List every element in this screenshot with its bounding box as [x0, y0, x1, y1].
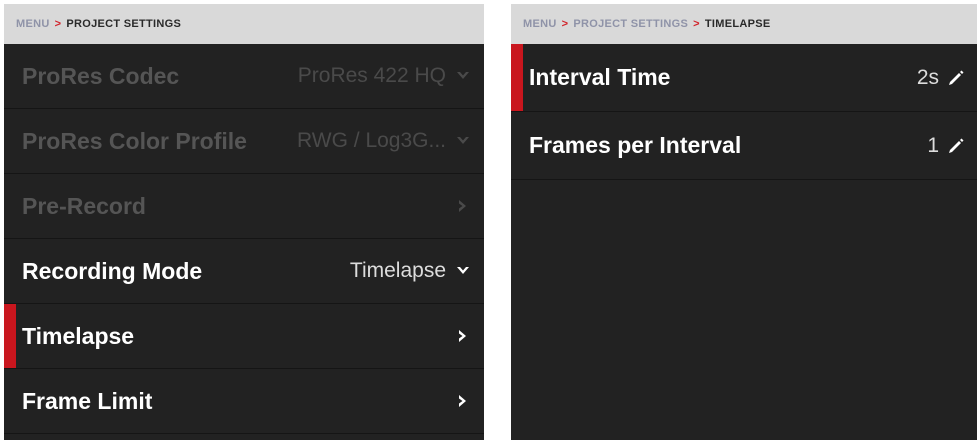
selection-indicator — [4, 304, 16, 368]
chevron-right-icon[interactable] — [454, 327, 472, 345]
menu-item-prores-codec[interactable]: ProRes Codec ProRes 422 HQ — [4, 44, 484, 109]
breadcrumb-menu[interactable]: MENU — [523, 18, 557, 30]
menu-item-prores-color-profile[interactable]: ProRes Color Profile RWG / Log3G... — [4, 109, 484, 174]
menu-item-value: Timelapse — [349, 259, 446, 282]
pencil-icon[interactable] — [947, 137, 965, 155]
breadcrumb-timelapse: TIMELAPSE — [704, 18, 771, 30]
menu-item-pre-record[interactable]: Pre-Record — [4, 174, 484, 239]
menu-item-label: Pre-Record — [22, 192, 146, 219]
menu-item-timelapse[interactable]: Timelapse — [4, 304, 484, 369]
menu-item-label: Recording Mode — [22, 257, 203, 284]
menu-item-label: ProRes Color Profile — [22, 127, 247, 154]
menu-item-interval-time[interactable]: Interval Time 2s — [511, 44, 977, 112]
breadcrumb: MENU > PROJECT SETTINGS — [4, 4, 484, 44]
menu-item-label: Frame Limit — [22, 387, 153, 414]
menu-item-label: Frames per Interval — [529, 132, 742, 158]
menu-item-value: 2s — [916, 65, 939, 89]
menu-item-value: RWG / Log3G... — [297, 129, 446, 152]
project-settings-panel: MENU > PROJECT SETTINGS ProRes Codec ProR… — [4, 4, 484, 440]
menu-item-recording-mode[interactable]: Recording Mode Timelapse — [4, 239, 484, 304]
chevron-down-icon[interactable] — [454, 262, 472, 280]
menu-item-frames-per-interval[interactable]: Frames per Interval 1 — [511, 112, 977, 180]
settings-list: ProRes Codec ProRes 422 HQ ProRes Color Pr… — [4, 44, 484, 434]
breadcrumb-project-settings: PROJECT SETTINGS — [66, 18, 182, 30]
pencil-icon[interactable] — [947, 69, 965, 87]
chevron-down-icon[interactable] — [454, 132, 472, 150]
chevron-down-icon[interactable] — [454, 67, 472, 85]
menu-item-label: Interval Time — [529, 64, 671, 90]
breadcrumb-separator: > — [693, 18, 700, 30]
timelapse-settings-list: Interval Time 2s Frames per Interval 1 — [511, 44, 977, 180]
chevron-right-icon[interactable] — [454, 392, 472, 410]
chevron-right-icon[interactable] — [454, 197, 472, 215]
timelapse-panel: MENU > PROJECT SETTINGS > TIMELAPSE Inte… — [511, 4, 977, 440]
breadcrumb-separator: > — [561, 18, 569, 30]
menu-item-label: ProRes Codec — [22, 62, 180, 89]
breadcrumb-project-settings[interactable]: PROJECT SETTINGS — [573, 18, 688, 30]
breadcrumb: MENU > PROJECT SETTINGS > TIMELAPSE — [511, 4, 977, 44]
selection-indicator — [511, 44, 523, 111]
menu-item-value: 1 — [927, 133, 939, 157]
breadcrumb-separator: > — [54, 18, 62, 30]
menu-item-value: ProRes 422 HQ — [297, 64, 446, 87]
menu-item-frame-limit[interactable]: Frame Limit — [4, 369, 484, 434]
menu-item-label: Timelapse — [22, 322, 135, 349]
breadcrumb-menu[interactable]: MENU — [16, 18, 50, 30]
